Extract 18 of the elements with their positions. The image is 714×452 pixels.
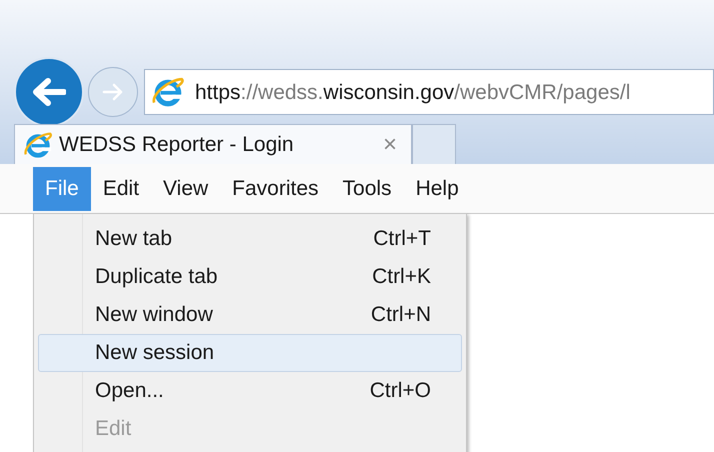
browser-logo-icon — [151, 75, 185, 109]
menu-bar-item[interactable]: Tools — [330, 166, 404, 210]
menu-bar-item[interactable]: View — [151, 166, 220, 210]
menu-item[interactable]: New window Ctrl+N — [38, 296, 462, 334]
address-field[interactable]: https://wedss.wisconsin.gov/webvCMR/pages/l — [144, 69, 714, 115]
browser-logo-icon — [23, 130, 53, 160]
menu-item[interactable]: New session — [38, 334, 462, 372]
menu-bar-item[interactable]: Edit — [90, 166, 152, 210]
browser-tab[interactable]: WEDSS Reporter - Login × — [14, 124, 412, 164]
menu-bar-item[interactable]: Favorites — [220, 166, 331, 210]
new-tab-button[interactable] — [412, 124, 456, 164]
menu-item[interactable]: Open... Ctrl+O — [38, 372, 462, 410]
menu-item[interactable]: New tab Ctrl+T — [38, 220, 462, 258]
menu-item[interactable]: Duplicate tab Ctrl+K — [38, 258, 462, 296]
back-arrow-icon — [32, 77, 66, 107]
menu-bar-item[interactable]: Help — [404, 166, 471, 210]
forward-arrow-icon — [102, 82, 124, 102]
tab-title: WEDSS Reporter - Login — [59, 132, 295, 158]
